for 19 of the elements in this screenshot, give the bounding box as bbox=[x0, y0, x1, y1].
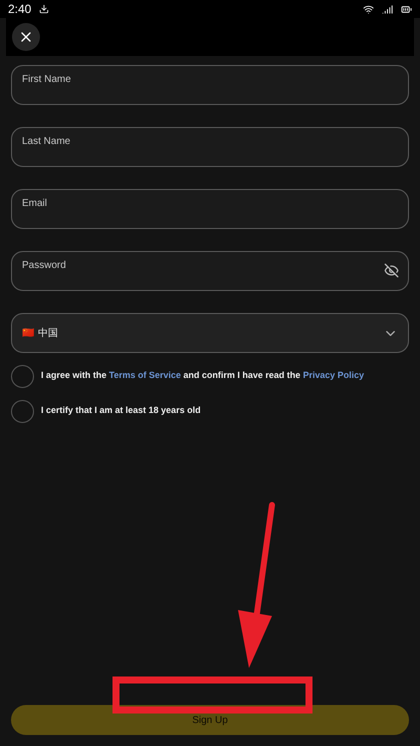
checkbox[interactable] bbox=[11, 400, 34, 423]
agreement-text: I certify that I am at least 18 years old bbox=[41, 405, 201, 415]
input-field[interactable]: Last Name bbox=[11, 127, 409, 167]
eye-off-icon[interactable] bbox=[384, 263, 399, 278]
input-field[interactable]: First Name bbox=[11, 65, 409, 105]
flag-icon: 🇨🇳 bbox=[22, 327, 34, 339]
wifi-icon bbox=[363, 4, 374, 14]
link[interactable]: Privacy Policy bbox=[302, 370, 364, 380]
close-button[interactable] bbox=[12, 23, 40, 51]
link[interactable]: Terms of Service bbox=[109, 370, 181, 380]
country-select[interactable]: 🇨🇳 中国 bbox=[11, 313, 409, 353]
status-time: 2:40 bbox=[8, 2, 32, 16]
input-field[interactable]: Email bbox=[11, 189, 409, 229]
agreement-text: I agree with the Terms of Service and confirm I have read the Privacy Policy bbox=[41, 370, 364, 380]
signal-icon bbox=[382, 4, 393, 14]
checkbox[interactable] bbox=[11, 365, 34, 388]
input-field[interactable]: Password bbox=[11, 251, 409, 291]
battery-icon bbox=[401, 4, 412, 14]
download-icon bbox=[39, 4, 50, 14]
